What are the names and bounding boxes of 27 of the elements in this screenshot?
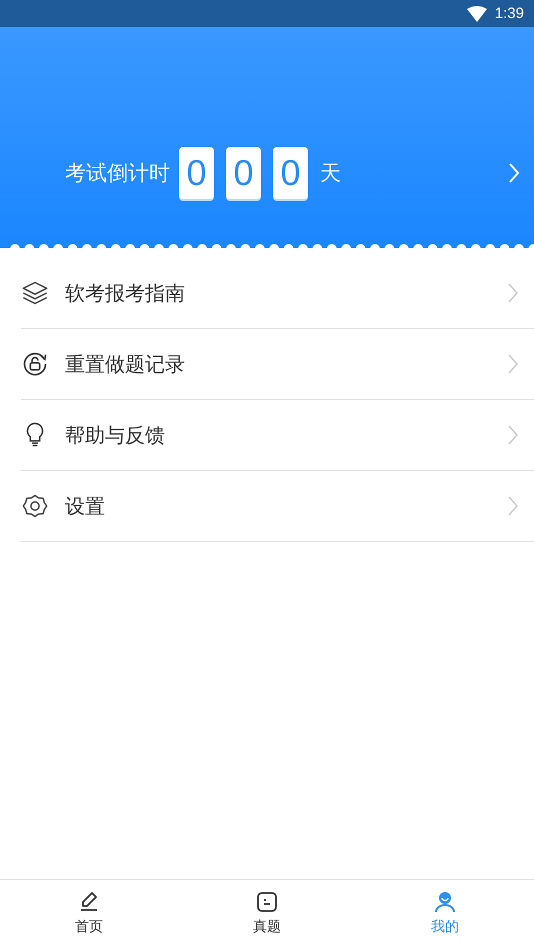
chevron-right-icon [508, 425, 518, 445]
chevron-right-icon [508, 496, 518, 516]
layers-icon [21, 279, 49, 307]
countdown-digit: 0 [179, 146, 214, 198]
menu-item[interactable]: 设置 [21, 471, 534, 542]
nav-tab[interactable]: 真题 [178, 880, 356, 949]
menu-label: 设置 [65, 492, 106, 520]
countdown-digit: 0 [273, 146, 308, 198]
wifi-icon [466, 6, 487, 22]
menu-item[interactable]: 重置做题记录 [21, 329, 534, 400]
reset-lock-icon [21, 350, 49, 378]
person-icon [433, 890, 457, 914]
countdown-unit: 天 [320, 160, 341, 186]
countdown-label: 考试倒计时 [65, 160, 170, 186]
menu-label: 软考报考指南 [65, 280, 186, 306]
settings-icon [21, 492, 49, 520]
chevron-right-icon [508, 354, 518, 374]
status-time: 1:39 [494, 5, 524, 22]
chevron-right-icon [508, 283, 518, 303]
nav-tab[interactable]: 首页 [0, 880, 178, 949]
menu-label: 帮助与反馈 [65, 422, 166, 448]
countdown-digit: 0 [226, 146, 261, 198]
chevron-right-icon [508, 162, 520, 184]
menu-item[interactable]: 软考报考指南 [21, 258, 534, 329]
menu-label: 重置做题记录 [65, 350, 186, 378]
note-icon [255, 890, 279, 914]
menu-item[interactable]: 帮助与反馈 [21, 400, 534, 471]
